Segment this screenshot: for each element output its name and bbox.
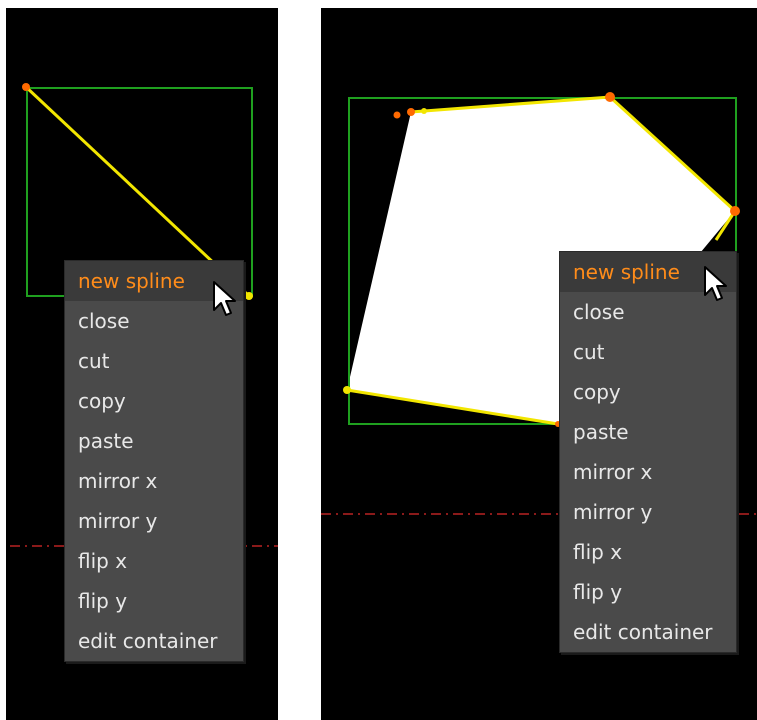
menu-item-copy[interactable]: copy [65,381,243,421]
control-point [22,83,30,91]
context-menu: new spline close cut copy paste mirror x… [64,260,244,662]
menu-item-edit-container[interactable]: edit container [560,612,736,652]
control-point [421,108,427,114]
menu-item-paste[interactable]: paste [560,412,736,452]
menu-item-mirror-x[interactable]: mirror x [560,452,736,492]
menu-item-flip-x[interactable]: flip x [65,541,243,581]
right-viewport[interactable]: new spline close cut copy paste mirror x… [321,8,757,720]
control-point [407,108,415,116]
control-point [730,206,740,216]
control-point [393,111,401,119]
control-point [343,386,351,394]
menu-item-flip-y[interactable]: flip y [560,572,736,612]
control-point [245,292,253,300]
panel-gap [278,0,321,720]
menu-item-cut[interactable]: cut [65,341,243,381]
control-point [605,92,615,102]
context-menu: new spline close cut copy paste mirror x… [559,251,737,653]
menu-item-edit-container[interactable]: edit container [65,621,243,661]
menu-item-paste[interactable]: paste [65,421,243,461]
left-viewport[interactable]: new spline close cut copy paste mirror x… [6,8,278,720]
menu-item-mirror-y[interactable]: mirror y [560,492,736,532]
menu-item-copy[interactable]: copy [560,372,736,412]
menu-item-mirror-y[interactable]: mirror y [65,501,243,541]
menu-item-flip-x[interactable]: flip x [560,532,736,572]
mouse-cursor-icon [704,266,727,301]
menu-item-cut[interactable]: cut [560,332,736,372]
mouse-cursor-icon [213,281,236,316]
menu-item-flip-y[interactable]: flip y [65,581,243,621]
menu-item-mirror-x[interactable]: mirror x [65,461,243,501]
